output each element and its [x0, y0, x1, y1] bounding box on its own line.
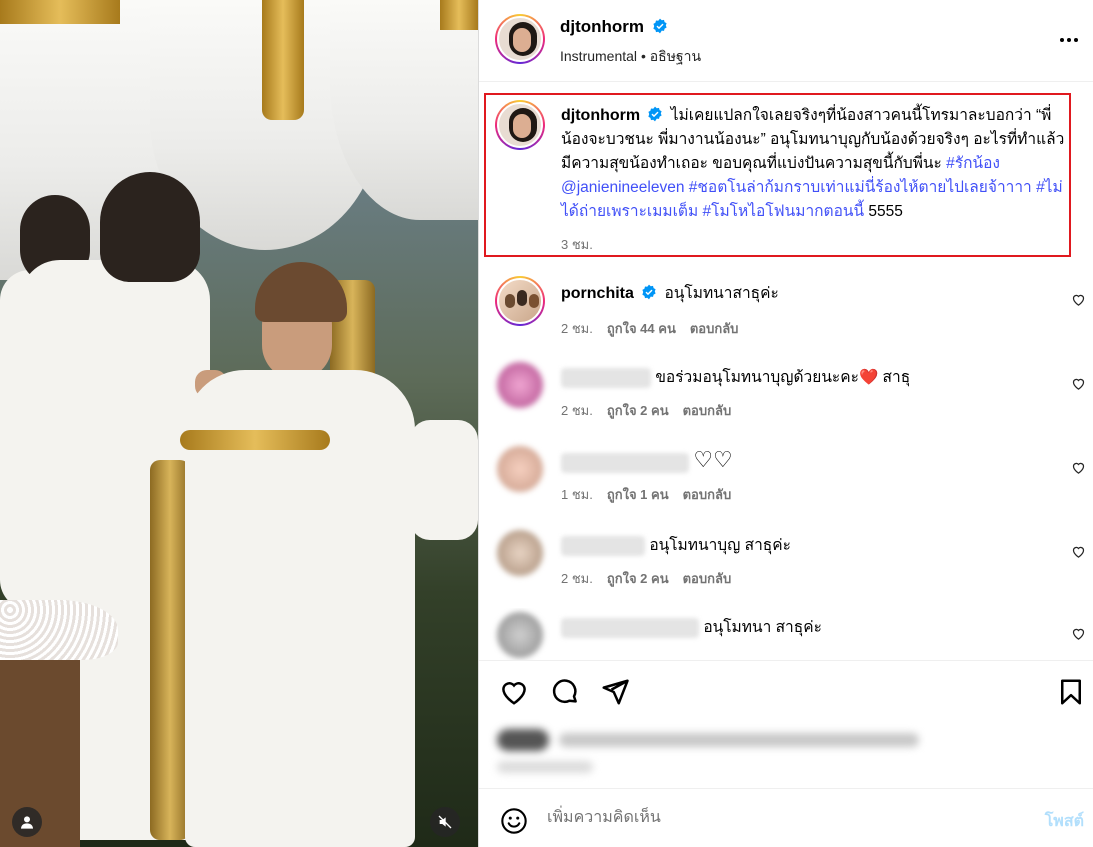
- comment-text: ♡♡: [693, 447, 733, 472]
- commenter-avatar[interactable]: [497, 612, 543, 658]
- chair: [150, 460, 190, 840]
- liked-by-blurred: [497, 727, 927, 777]
- post-media[interactable]: [0, 0, 478, 847]
- share-icon[interactable]: [600, 677, 630, 707]
- commenter-username-blurred[interactable]: [561, 452, 689, 473]
- comment-time[interactable]: 1 ชม.: [561, 487, 593, 502]
- reply-button[interactable]: ตอบกลับ: [683, 571, 732, 586]
- comment-text: อนุโมทนาสาธุค่ะ: [664, 285, 779, 302]
- emoji-icon[interactable]: [500, 807, 528, 835]
- comment-icon[interactable]: [550, 677, 580, 707]
- comment-text: ขอร่วมอนุโมทนาบุญด้วยนะคะ❤️ สาธุ: [655, 369, 911, 386]
- comment-likes[interactable]: ถูกใจ 1 คน: [607, 487, 669, 502]
- comment-item: อนุโมทนา สาธุค่ะ: [479, 608, 1093, 660]
- reply-button[interactable]: ตอบกลับ: [683, 403, 732, 418]
- comment-composer: โพสต์: [479, 788, 1093, 847]
- mute-icon: [438, 815, 452, 829]
- verified-icon: [648, 106, 663, 122]
- comment-input[interactable]: [547, 805, 1007, 831]
- heart-icon[interactable]: [1071, 626, 1086, 641]
- post-comment-button[interactable]: โพสต์: [1045, 809, 1084, 834]
- reply-button[interactable]: ตอบกลับ: [690, 321, 739, 336]
- more-icon[interactable]: [1057, 28, 1081, 52]
- offering-tray: [180, 430, 330, 450]
- location-label[interactable]: อธิษฐาน: [650, 48, 701, 64]
- caption-avatar[interactable]: [495, 100, 545, 150]
- lace-tablecloth: [0, 600, 118, 660]
- seated-woman-hair: [255, 262, 347, 322]
- comment-item: อนุโมทนาบุญ สาธุค่ะ 2 ชม. ถูกใจ 2 คน ตอบกล…: [479, 526, 1093, 596]
- user-tag-icon: [21, 816, 33, 829]
- commenter-avatar[interactable]: [497, 362, 543, 408]
- comment-likes[interactable]: ถูกใจ 44 คน: [607, 321, 676, 336]
- heart-icon[interactable]: [499, 677, 529, 707]
- commenter-username-blurred[interactable]: [561, 617, 699, 638]
- verified-icon: [652, 18, 667, 34]
- heart-icon[interactable]: [1071, 544, 1086, 559]
- commenter-avatar[interactable]: [497, 446, 543, 492]
- commenter-username-blurred[interactable]: [561, 367, 651, 388]
- post-header: djtonhorm Instrumental • อธิษฐาน: [479, 0, 1093, 82]
- bg-seated-person: [410, 420, 478, 540]
- comment-time[interactable]: 2 ชม.: [561, 321, 593, 336]
- heart-icon[interactable]: [1071, 376, 1086, 391]
- heart-icon[interactable]: [1071, 292, 1086, 307]
- comment-item: pornchita อนุโมทนาสาธุค่ะ 2 ชม. ถูกใจ 44 …: [479, 276, 1093, 346]
- reply-button[interactable]: ตอบกลับ: [683, 487, 732, 502]
- comment-text: อนุโมทนาบุญ สาธุค่ะ: [649, 537, 791, 554]
- commenter-username-blurred[interactable]: [561, 535, 645, 556]
- action-bar: [479, 660, 1093, 788]
- post-panel: djtonhorm Instrumental • อธิษฐาน djtonho…: [478, 0, 1093, 847]
- comment-item: ♡♡ 1 ชม. ถูกใจ 1 คน ตอบกลับ: [479, 442, 1093, 512]
- heart-icon[interactable]: [1071, 460, 1086, 475]
- bookmark-icon[interactable]: [1056, 677, 1086, 707]
- comment-likes[interactable]: ถูกใจ 2 คน: [607, 403, 669, 418]
- comment-item: ขอร่วมอนุโมทนาบุญด้วยนะคะ❤️ สาธุ 2 ชม. ถู…: [479, 358, 1093, 428]
- comment-likes[interactable]: ถูกใจ 2 คน: [607, 571, 669, 586]
- verified-icon: [642, 284, 656, 300]
- gold-ribbon-mid: [262, 0, 304, 120]
- author-username[interactable]: djtonhorm: [560, 17, 644, 36]
- comment-time[interactable]: 2 ชม.: [561, 403, 593, 418]
- comment-time[interactable]: 2 ชม.: [561, 571, 593, 586]
- comment-text: อนุโมทนา สาธุค่ะ: [703, 619, 822, 636]
- commenter-avatar[interactable]: [495, 276, 545, 326]
- caption-timestamp[interactable]: 3 ชม.: [561, 234, 593, 255]
- commenter-username[interactable]: pornchita: [561, 285, 634, 302]
- audio-label[interactable]: Instrumental: [560, 48, 637, 64]
- user-tag-button[interactable]: [12, 807, 42, 837]
- commenter-avatar[interactable]: [497, 530, 543, 576]
- gold-ribbon-left: [0, 0, 120, 24]
- standing-woman-hair: [100, 172, 200, 282]
- gold-ribbon-right: [440, 0, 478, 30]
- caption-suffix: 5555: [864, 203, 903, 220]
- caption-username[interactable]: djtonhorm: [561, 107, 640, 124]
- separator-dot: •: [640, 48, 650, 64]
- author-avatar[interactable]: [495, 14, 545, 64]
- mute-button[interactable]: [430, 807, 460, 837]
